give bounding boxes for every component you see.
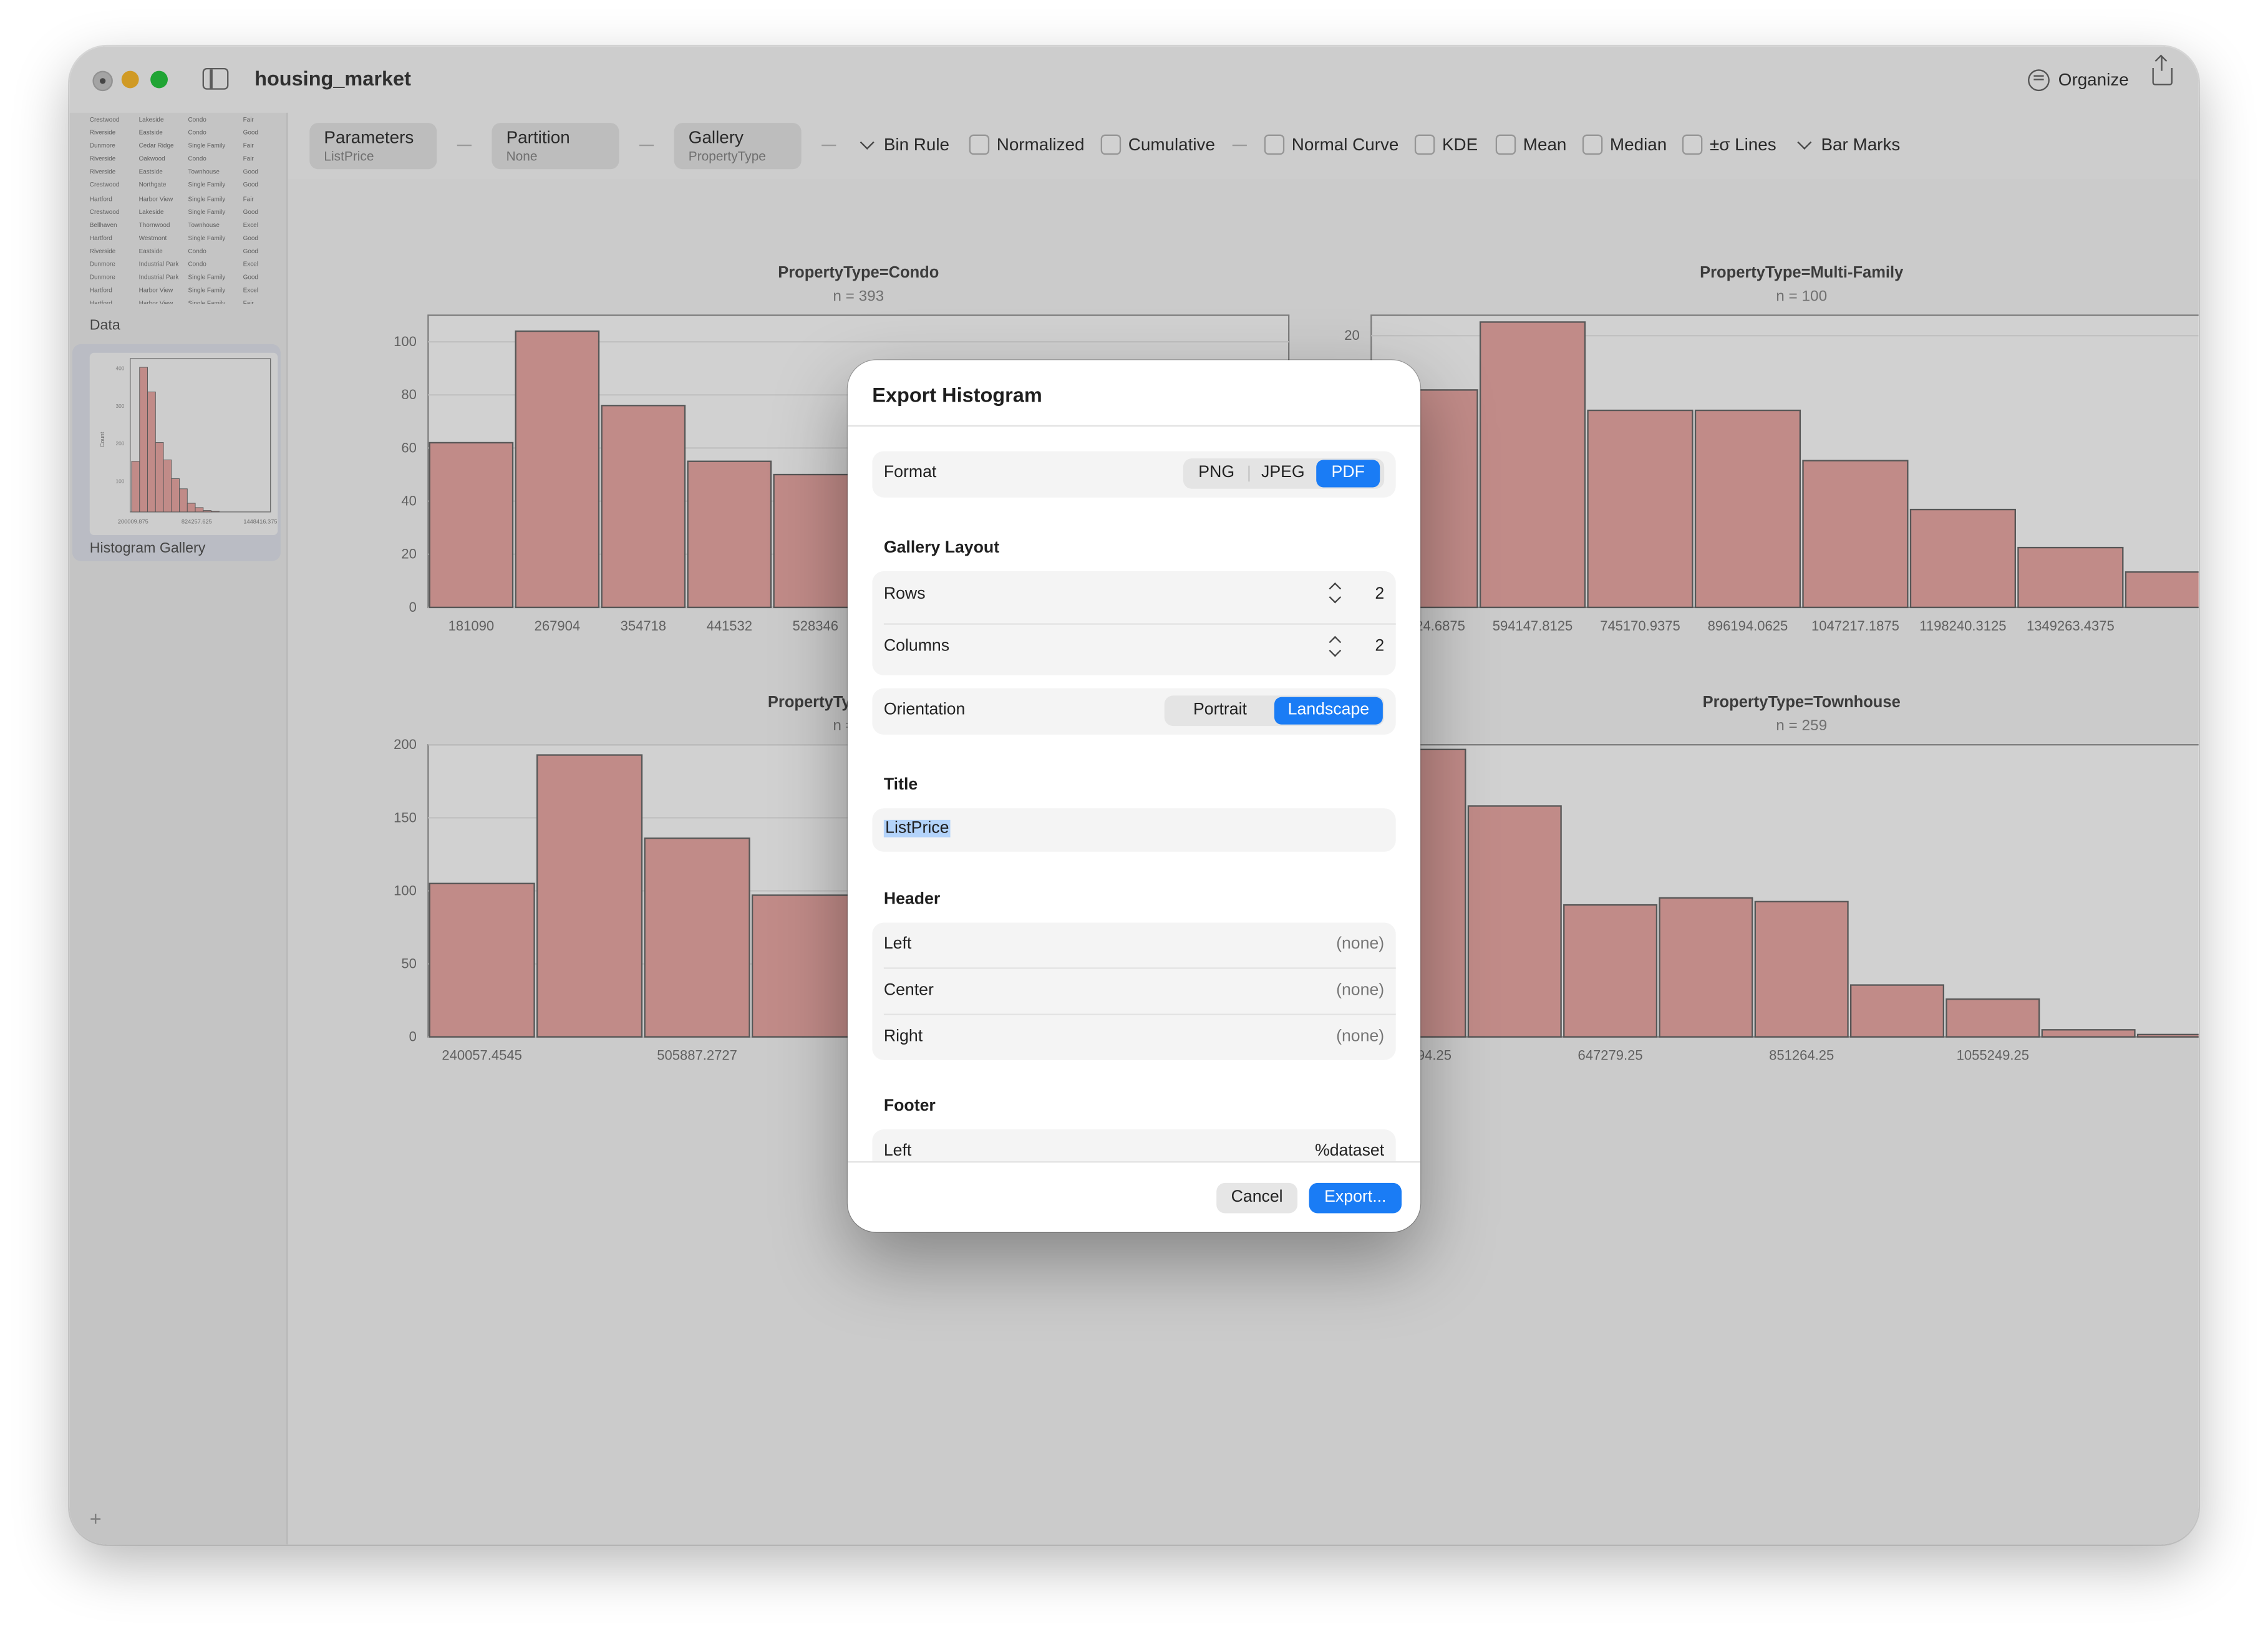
footer-left-value[interactable]: %dataset: [1315, 1142, 1384, 1160]
format-row: Format PNG JPEG PDF: [872, 451, 1396, 498]
row-divider: [883, 967, 1396, 969]
gallery-layout-heading: Gallery Layout: [883, 539, 1000, 557]
footer-group: Left %dataset: [872, 1129, 1396, 1162]
chevron-down-icon: [1329, 644, 1342, 657]
orientation-row: Orientation Portrait Landscape: [872, 688, 1396, 735]
orientation-segmented-control[interactable]: Portrait Landscape: [1164, 695, 1385, 727]
format-png[interactable]: PNG: [1185, 460, 1248, 487]
header-right-value[interactable]: (none): [1336, 1028, 1384, 1046]
divider: [847, 425, 1421, 427]
format-jpeg[interactable]: JPEG: [1250, 460, 1317, 487]
orientation-portrait[interactable]: Portrait: [1166, 697, 1274, 725]
rows-stepper[interactable]: [1326, 576, 1344, 613]
rows-label: Rows: [883, 586, 926, 603]
format-pdf[interactable]: PDF: [1316, 460, 1380, 488]
header-center-label: Center: [883, 982, 934, 1000]
title-input[interactable]: ListPrice: [872, 808, 1396, 852]
title-heading: Title: [883, 776, 918, 794]
row-divider: [883, 623, 1396, 625]
header-left-value[interactable]: (none): [1336, 935, 1384, 953]
row-divider: [883, 1013, 1396, 1015]
orientation-landscape[interactable]: Landscape: [1274, 697, 1383, 725]
orientation-label: Orientation: [883, 701, 966, 719]
header-center-value[interactable]: (none): [1336, 982, 1384, 1000]
header-heading: Header: [883, 891, 941, 909]
footer-heading: Footer: [883, 1098, 936, 1115]
cancel-button[interactable]: Cancel: [1216, 1182, 1298, 1214]
header-group: Left (none) Center (none) Right (none): [872, 922, 1396, 1060]
title-input-value: ListPrice: [883, 819, 951, 838]
format-label: Format: [883, 464, 937, 482]
header-right-label: Right: [883, 1028, 923, 1046]
columns-label: Columns: [883, 637, 950, 655]
columns-stepper[interactable]: [1326, 629, 1344, 667]
divider: [847, 1161, 1421, 1163]
export-button[interactable]: Export...: [1309, 1182, 1402, 1214]
chevron-down-icon: [1329, 591, 1342, 604]
gallery-layout-group: Rows 2 Columns 2: [872, 571, 1396, 675]
columns-value[interactable]: 2: [1375, 638, 1384, 655]
rows-value[interactable]: 2: [1375, 586, 1384, 603]
dialog-title: Export Histogram: [872, 383, 1042, 407]
export-histogram-dialog: Export Histogram Format PNG JPEG PDF Gal…: [847, 360, 1421, 1232]
footer-left-label: Left: [883, 1142, 912, 1160]
format-segmented-control[interactable]: PNG JPEG PDF: [1183, 458, 1385, 489]
header-left-label: Left: [883, 935, 912, 954]
